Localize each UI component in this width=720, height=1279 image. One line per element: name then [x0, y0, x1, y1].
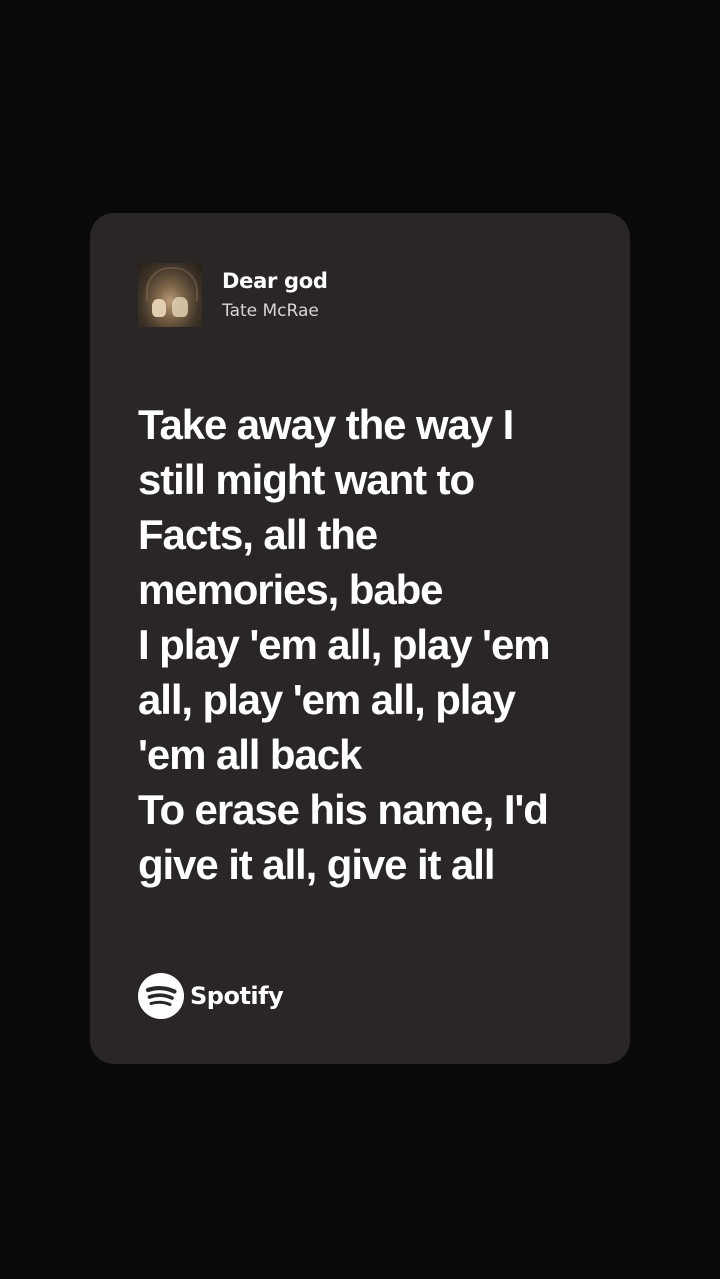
lyrics-card: Dear god Tate McRae Take away the way I …	[90, 213, 630, 1064]
lyric-line: Facts, all the	[138, 511, 378, 558]
lyric-line: I play 'em all, play 'em	[138, 621, 551, 668]
album-art-figure	[172, 297, 188, 317]
spotify-logo-icon	[138, 973, 184, 1019]
share-screen: Dear god Tate McRae Take away the way I …	[0, 0, 720, 1279]
lyric-line: all, play 'em all, play	[138, 676, 516, 723]
spotify-wordmark: Spotify	[190, 982, 284, 1010]
track-title: Dear god	[222, 269, 328, 293]
lyric-line: still might want to	[138, 456, 475, 503]
lyric-line: Take away the way I	[138, 401, 514, 448]
spotify-brand: Spotify	[138, 973, 284, 1019]
track-artist: Tate McRae	[222, 301, 319, 321]
album-art-figure	[152, 299, 166, 317]
album-art	[138, 263, 202, 327]
track-meta: Dear god Tate McRae	[222, 266, 328, 324]
lyric-line: give it all, give it all	[138, 841, 496, 888]
lyric-line: memories, babe	[138, 566, 444, 613]
lyric-line: To erase his name, I'd	[138, 786, 549, 833]
track-header: Dear god Tate McRae	[138, 263, 328, 327]
lyric-line: 'em all back	[138, 731, 362, 778]
lyrics-block: Take away the way I still might want to …	[138, 397, 608, 892]
album-art-arch	[146, 267, 198, 301]
